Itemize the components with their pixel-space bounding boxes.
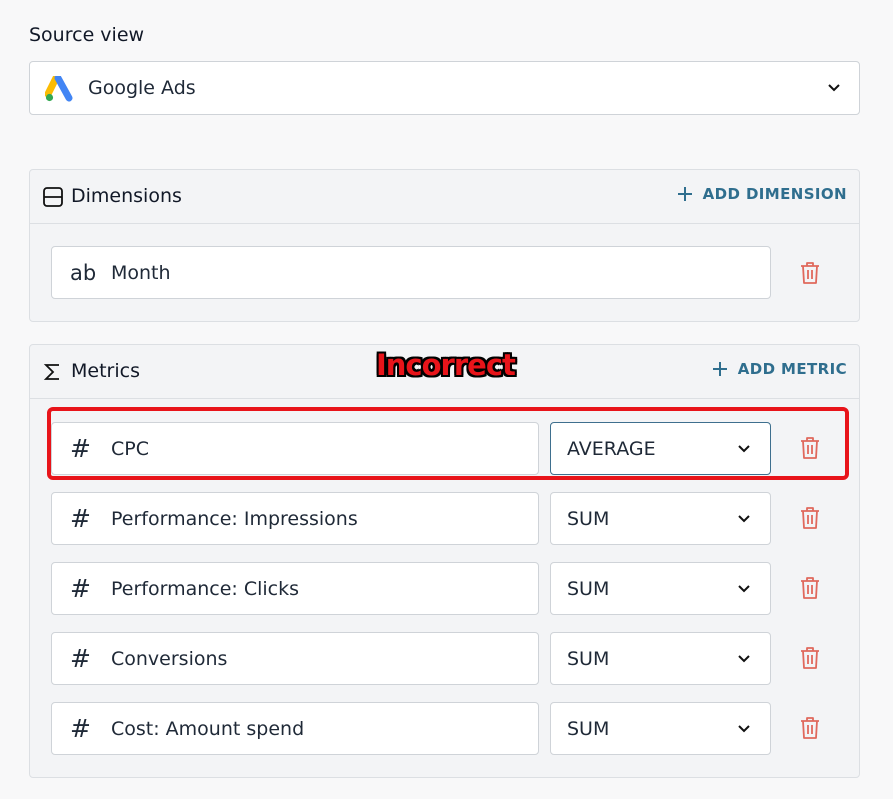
delete-metric-icon[interactable] [800, 506, 820, 530]
google-ads-icon [45, 76, 73, 102]
dimensions-panel: Dimensions ADD DIMENSION ab Month [29, 169, 860, 322]
delete-metric-icon[interactable] [800, 576, 820, 600]
source-view-value: Google Ads [88, 77, 196, 99]
metric-label: Performance: Clicks [111, 578, 300, 600]
metric-field[interactable]: # Performance: Impressions [51, 492, 539, 545]
delete-metric-icon[interactable] [800, 646, 820, 670]
chevron-down-icon [828, 84, 840, 92]
dimension-field[interactable]: ab Month [51, 246, 771, 299]
chevron-down-icon [738, 585, 750, 593]
hash-icon: # [70, 504, 91, 533]
text-type-icon: ab [70, 261, 97, 285]
delete-dimension-icon[interactable] [800, 261, 820, 285]
error-highlight-box [47, 407, 849, 480]
hash-icon: # [70, 714, 91, 743]
incorrect-annotation: Incorrect [376, 348, 516, 382]
dimensions-header: Dimensions ADD DIMENSION [30, 170, 859, 224]
chevron-down-icon [738, 725, 750, 733]
metric-label: Performance: Impressions [111, 508, 358, 530]
source-view-label: Source view [29, 24, 145, 46]
add-dimension-button[interactable]: ADD DIMENSION [677, 185, 847, 203]
delete-metric-icon[interactable] [800, 716, 820, 740]
aggregation-value: SUM [567, 578, 610, 600]
plus-icon [712, 362, 727, 376]
metric-field[interactable]: # Conversions [51, 632, 539, 685]
add-dimension-label: ADD DIMENSION [702, 185, 847, 203]
aggregation-select[interactable]: SUM [550, 562, 771, 615]
metric-field[interactable]: # Performance: Clicks [51, 562, 539, 615]
aggregation-value: SUM [567, 648, 610, 670]
dimension-label: Month [111, 262, 171, 284]
hash-icon: # [70, 644, 91, 673]
aggregation-select[interactable]: SUM [550, 492, 771, 545]
chevron-down-icon [738, 655, 750, 663]
metric-label: Cost: Amount spend [111, 718, 305, 740]
add-metric-label: ADD METRIC [737, 360, 847, 378]
add-metric-button[interactable]: ADD METRIC [712, 360, 847, 378]
sigma-icon [43, 364, 59, 380]
dimensions-title: Dimensions [71, 185, 182, 207]
plus-icon [677, 187, 692, 201]
metric-field[interactable]: # Cost: Amount spend [51, 702, 539, 755]
aggregation-value: SUM [567, 508, 610, 530]
metrics-title: Metrics [71, 360, 140, 382]
source-view-select[interactable]: Google Ads [29, 61, 860, 115]
aggregation-value: SUM [567, 718, 610, 740]
chevron-down-icon [738, 515, 750, 523]
aggregation-select[interactable]: SUM [550, 632, 771, 685]
dimensions-icon [43, 187, 63, 207]
aggregation-select[interactable]: SUM [550, 702, 771, 755]
metric-label: Conversions [111, 648, 228, 670]
hash-icon: # [70, 574, 91, 603]
